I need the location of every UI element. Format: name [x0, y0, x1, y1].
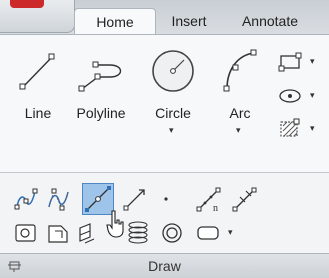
tab-insert[interactable]: Insert	[158, 8, 220, 34]
svg-text:n: n	[213, 203, 218, 213]
panel-title: Draw	[148, 258, 181, 274]
arc-dropdown-icon[interactable]: ▾	[236, 125, 241, 136]
polyline-icon	[78, 61, 122, 92]
ellipse-tool-button[interactable]: ▾	[276, 85, 322, 109]
circle-tool-button[interactable]: Circle ▾	[146, 47, 200, 143]
revision-cloud-icon	[197, 226, 219, 240]
draw-panel-upper: Line Polyline Circle ▾ Arc ▾ ▾ ▾ ▾	[0, 34, 329, 173]
tab-home[interactable]: Home	[74, 8, 156, 35]
revision-cloud-dropdown-icon[interactable]: ▾	[228, 227, 233, 238]
divide-button[interactable]: n	[196, 185, 226, 214]
donut-button[interactable]	[160, 221, 186, 245]
region-icon	[15, 224, 36, 242]
divide-icon: n	[196, 187, 221, 214]
revision-cloud-button[interactable]: ▾	[194, 221, 238, 245]
ribbon-tab-bar: Home Insert Annotate	[0, 0, 329, 35]
measure-button[interactable]	[232, 185, 260, 213]
ellipse-icon	[279, 89, 301, 103]
point-button[interactable]	[158, 187, 174, 211]
spline-fit-button[interactable]	[14, 187, 38, 211]
arc-tool-button[interactable]: Arc ▾	[218, 45, 262, 141]
rectangle-icon	[278, 52, 302, 72]
measure-icon	[232, 187, 257, 212]
ray-button[interactable]	[122, 187, 148, 211]
circle-icon	[152, 50, 194, 92]
spline-cv-icon	[48, 188, 69, 211]
hatch-dropdown-icon[interactable]: ▾	[310, 123, 315, 134]
tab-annotate[interactable]: Annotate	[222, 8, 318, 34]
3d-polyline-button[interactable]	[76, 221, 106, 245]
helix-icon	[128, 221, 148, 244]
helix-button[interactable]	[124, 219, 152, 247]
line-icon	[19, 53, 55, 90]
donut-icon	[162, 223, 182, 243]
region-button[interactable]	[14, 221, 38, 245]
hatch-icon	[280, 118, 300, 137]
circle-dropdown-icon[interactable]: ▾	[169, 125, 174, 136]
polyline-tool-button[interactable]: Polyline	[66, 47, 136, 127]
arc-label: Arc	[229, 105, 251, 121]
line-label: Line	[24, 105, 52, 121]
point-icon	[164, 197, 168, 201]
rectangle-tool-button[interactable]: ▾	[276, 51, 322, 75]
rectangle-dropdown-icon[interactable]: ▾	[310, 56, 315, 67]
draw-panel-title-bar[interactable]: Draw	[0, 253, 329, 278]
line-tool-button[interactable]: Line	[18, 47, 58, 127]
app-logo-icon	[10, 0, 44, 8]
ellipse-dropdown-icon[interactable]: ▾	[310, 90, 315, 101]
spline-cv-button[interactable]	[46, 187, 72, 211]
spline-fit-icon	[14, 188, 38, 210]
hatch-tool-button[interactable]: ▾	[276, 117, 322, 143]
draw-panel-expanded: n ▾	[0, 172, 329, 254]
wipeout-icon	[48, 225, 68, 243]
circle-label: Circle	[155, 105, 191, 121]
application-menu-button[interactable]	[0, 0, 75, 33]
polyline-label: Polyline	[76, 105, 126, 121]
ray-icon	[123, 189, 145, 211]
3d-polyline-icon	[79, 223, 95, 244]
wipeout-button[interactable]	[46, 221, 70, 245]
arc-icon	[223, 49, 257, 92]
